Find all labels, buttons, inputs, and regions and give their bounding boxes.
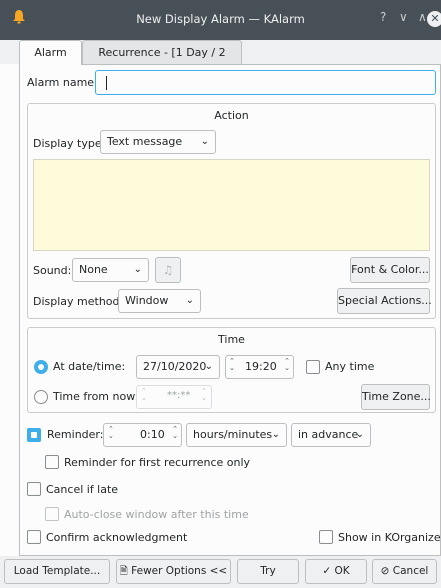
time-from-now-radio[interactable]: [34, 390, 48, 404]
spin-arrows-icon[interactable]: ⌃ ⌄: [229, 358, 235, 372]
time-from-now-label: Time from now:: [53, 390, 139, 403]
first-recurrence-label: Reminder for first recurrence only: [64, 456, 251, 469]
sound-select[interactable]: None ⌄: [72, 258, 149, 282]
cancel-if-late-checkbox[interactable]: [27, 482, 41, 496]
display-method-label: Display method:: [33, 295, 124, 308]
show-korganizer-checkbox[interactable]: [319, 530, 333, 544]
date-select[interactable]: 27/10/2020 ⌄: [136, 355, 220, 379]
chevron-down-icon: ⌄: [185, 295, 194, 306]
time-from-now-spinbox[interactable]: ⌃ ⌄ **:** ⌃ ⌄: [136, 385, 212, 409]
show-korganizer-label: Show in KOrganizer: [338, 531, 441, 544]
help-icon[interactable]: ?: [380, 10, 386, 24]
spin-arrows-icon[interactable]: ⌃ ⌄: [284, 358, 290, 372]
document-icon: 🗎: [119, 566, 128, 577]
display-type-label: Display type:: [33, 137, 106, 150]
confirm-ack-label: Confirm acknowledgment: [46, 531, 188, 544]
auto-close-label: Auto-close window after this time: [64, 508, 249, 521]
fewer-options-button[interactable]: 🗎 Fewer Options <<: [116, 559, 231, 584]
message-text-area[interactable]: [33, 159, 430, 251]
chevron-down-icon: ⌄: [204, 361, 213, 372]
special-actions-button[interactable]: Special Actions...: [337, 288, 432, 314]
reminder-label: Reminder:: [47, 428, 104, 441]
spin-arrows-icon[interactable]: ⌃ ⌄: [108, 426, 114, 440]
tab-alarm[interactable]: Alarm: [19, 40, 82, 65]
chevron-down-icon: ⌄: [271, 429, 280, 440]
check-icon: ✓: [322, 565, 332, 577]
any-time-checkbox[interactable]: [306, 360, 320, 374]
display-type-select[interactable]: Text message ⌄: [100, 130, 216, 154]
window-title: New Display Alarm — KAlarm: [136, 12, 305, 26]
at-datetime-label: At date/time:: [53, 360, 126, 373]
time-title: Time: [218, 333, 245, 346]
cancel-icon: ⊘: [380, 565, 390, 577]
reminder-when-select[interactable]: in advance ⌄: [291, 423, 371, 447]
minimize-icon[interactable]: ∨: [399, 10, 408, 24]
ok-button[interactable]: ✓ OK: [305, 559, 367, 584]
spin-arrows-icon: ⌃ ⌄: [201, 387, 207, 402]
chevron-down-icon: ⌄: [200, 136, 209, 147]
time-zone-button[interactable]: Time Zone...: [361, 384, 431, 410]
music-note-icon[interactable]: ♫: [155, 257, 181, 283]
action-title: Action: [214, 109, 249, 122]
time-spinbox[interactable]: ⌃ ⌄ 19:20 ⌃ ⌄: [225, 355, 294, 379]
auto-close-checkbox: [45, 507, 59, 521]
spin-arrows-icon: ⌃ ⌄: [141, 387, 147, 402]
at-datetime-radio[interactable]: [34, 360, 48, 374]
title-bar[interactable]: New Display Alarm — KAlarm ? ∨ ∧ ✕: [0, 0, 441, 40]
cancel-button[interactable]: ⊘ Cancel: [372, 559, 437, 584]
font-color-button[interactable]: Font & Color...: [350, 257, 430, 283]
alarm-name-input[interactable]: [95, 70, 436, 95]
reminder-spinbox[interactable]: ⌃ ⌄ 0:10 ⌃ ⌄: [103, 423, 182, 447]
close-icon[interactable]: ✕: [427, 11, 441, 27]
reminder-units-select[interactable]: hours/minutes ⌄: [186, 423, 287, 447]
text-cursor: [106, 76, 107, 90]
chevron-down-icon: ⌄: [133, 264, 142, 275]
try-button[interactable]: Try: [237, 559, 299, 584]
load-template-button[interactable]: Load Template...: [4, 559, 110, 584]
reminder-checkbox[interactable]: [27, 428, 41, 442]
confirm-ack-checkbox[interactable]: [27, 530, 41, 544]
cancel-if-late-label: Cancel if late: [46, 483, 119, 496]
first-recurrence-checkbox[interactable]: [45, 455, 59, 469]
chevron-down-icon: ⌄: [355, 429, 364, 440]
spin-arrows-icon[interactable]: ⌃ ⌄: [172, 426, 178, 440]
maximize-icon[interactable]: ∧: [418, 10, 427, 24]
any-time-label: Any time: [325, 360, 375, 373]
alarm-name-label: Alarm name:: [27, 76, 98, 89]
sound-label: Sound:: [33, 264, 72, 277]
tab-recurrence[interactable]: Recurrence - [1 Day / 2 Hours]: [82, 40, 242, 83]
display-method-select[interactable]: Window ⌄: [118, 289, 201, 313]
